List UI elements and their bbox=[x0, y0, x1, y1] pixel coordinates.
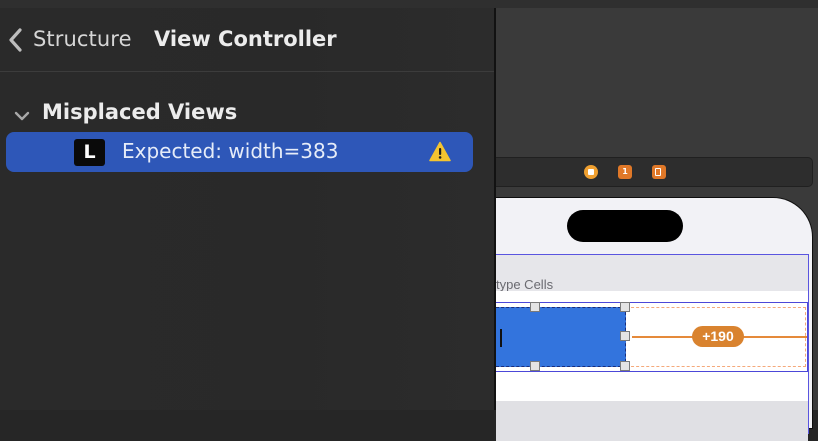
resize-handle-top-right[interactable] bbox=[620, 302, 630, 312]
group-label: Misplaced Views bbox=[42, 100, 238, 124]
resize-handle-bottom-right[interactable] bbox=[620, 361, 630, 371]
resize-handle-bottom[interactable] bbox=[530, 361, 540, 371]
resize-handle-top[interactable] bbox=[530, 302, 540, 312]
table-footer bbox=[496, 401, 808, 441]
warning-icon[interactable] bbox=[429, 141, 451, 162]
label-object-icon: L bbox=[74, 139, 105, 166]
view-controller-icon[interactable] bbox=[584, 165, 598, 179]
table-cell-separator bbox=[496, 385, 808, 401]
interface-builder-canvas[interactable]: 1 type Cells +190 bbox=[496, 8, 818, 441]
text-cursor bbox=[500, 329, 502, 347]
breadcrumb-structure[interactable]: Structure bbox=[33, 27, 132, 51]
issue-row-selected[interactable]: L Expected: width=383 bbox=[6, 132, 473, 172]
section-header-prototype-cells: type Cells bbox=[496, 277, 554, 292]
resize-handle-right[interactable] bbox=[620, 331, 630, 341]
scene-dock: 1 bbox=[496, 157, 813, 187]
device-frame: type Cells +190 bbox=[496, 197, 813, 441]
chevron-left-icon[interactable] bbox=[6, 26, 26, 54]
dynamic-island bbox=[567, 210, 683, 242]
table-view[interactable]: type Cells +190 bbox=[496, 254, 809, 441]
breadcrumb-view-controller[interactable]: View Controller bbox=[154, 27, 337, 51]
jump-bar: Structure View Controller bbox=[0, 8, 494, 72]
issue-navigator: Structure View Controller Misplaced View… bbox=[0, 8, 494, 410]
misplaced-views-group[interactable]: Misplaced Views bbox=[0, 100, 494, 132]
exit-icon[interactable] bbox=[652, 165, 666, 179]
chevron-down-icon[interactable] bbox=[12, 106, 32, 126]
first-responder-icon[interactable]: 1 bbox=[618, 165, 632, 179]
frame-delta-badge: +190 bbox=[692, 326, 744, 347]
issue-description: Expected: width=383 bbox=[122, 139, 339, 163]
misplaced-label-view[interactable] bbox=[496, 307, 626, 367]
